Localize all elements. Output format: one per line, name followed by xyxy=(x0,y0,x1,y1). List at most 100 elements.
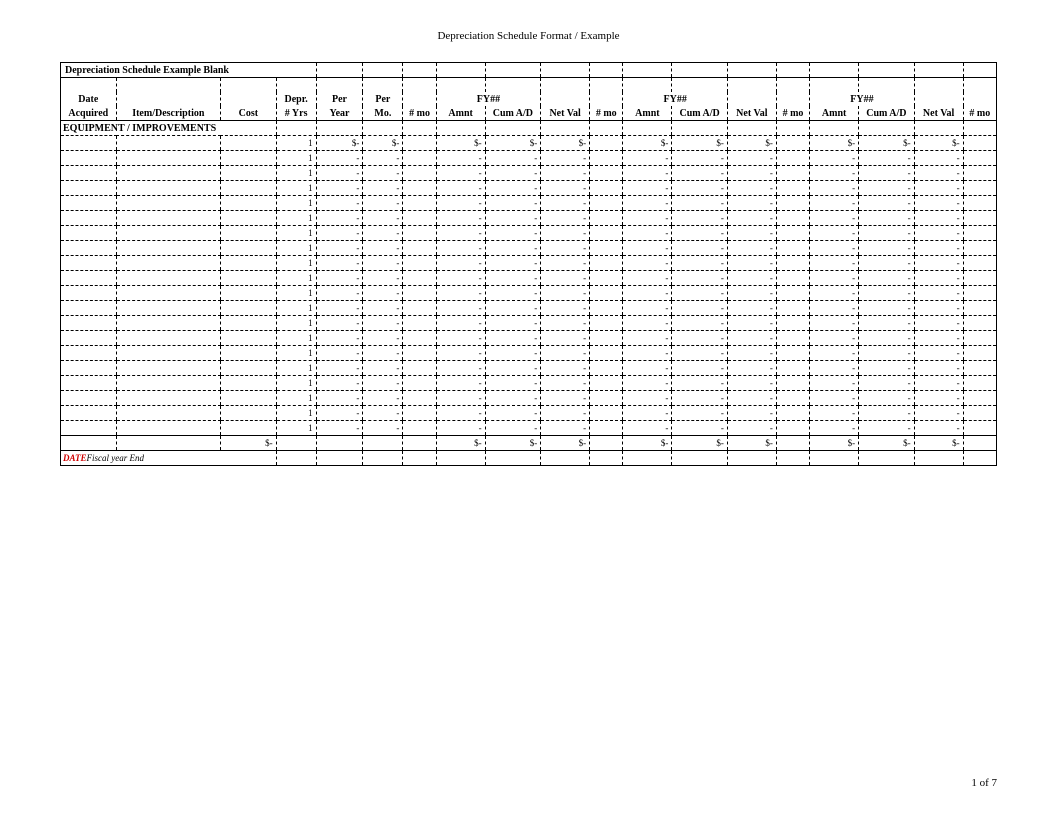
cell: 1 xyxy=(276,181,316,196)
cell: - xyxy=(485,361,541,376)
cell xyxy=(116,421,220,436)
cell xyxy=(403,286,436,301)
cell: - xyxy=(316,181,363,196)
cell xyxy=(116,256,220,271)
cell: - xyxy=(914,346,963,361)
cell: - xyxy=(672,286,728,301)
cell xyxy=(61,181,117,196)
cell xyxy=(403,271,436,286)
cell: - xyxy=(914,406,963,421)
cell: - xyxy=(727,361,776,376)
cell: - xyxy=(859,376,915,391)
hdr-depr: Depr. xyxy=(276,92,316,106)
cell: - xyxy=(623,151,672,166)
cell: - xyxy=(485,376,541,391)
cell: - xyxy=(541,301,590,316)
cell xyxy=(590,256,623,271)
cell xyxy=(61,301,117,316)
cell: - xyxy=(727,211,776,226)
cell: - xyxy=(810,316,859,331)
cell xyxy=(403,301,436,316)
cell: - xyxy=(859,181,915,196)
cell: - xyxy=(727,181,776,196)
cell xyxy=(963,166,996,181)
cell xyxy=(776,406,809,421)
cell: - xyxy=(485,421,541,436)
sheet-title-row: Depreciation Schedule Example Blank xyxy=(61,63,997,78)
cell xyxy=(590,151,623,166)
hdr-acquired: Acquired xyxy=(61,106,117,121)
cell: - xyxy=(363,166,403,181)
cell: - xyxy=(810,256,859,271)
cell: - xyxy=(436,166,485,181)
cell: 1 xyxy=(276,256,316,271)
cell: 1 xyxy=(276,391,316,406)
cell: - xyxy=(485,346,541,361)
cell: - xyxy=(436,181,485,196)
cell: - xyxy=(436,406,485,421)
cell xyxy=(61,406,117,421)
cell xyxy=(403,166,436,181)
table-row: 1----------- xyxy=(61,361,997,376)
cell xyxy=(61,331,117,346)
cell: - xyxy=(672,151,728,166)
cell xyxy=(590,331,623,346)
cell: 1 xyxy=(276,346,316,361)
table-row: 1----------- xyxy=(61,286,997,301)
cell: - xyxy=(810,196,859,211)
cell xyxy=(61,421,117,436)
cell: - xyxy=(859,286,915,301)
cell xyxy=(403,196,436,211)
cell: - xyxy=(914,256,963,271)
cell: - xyxy=(914,286,963,301)
cell: - xyxy=(672,256,728,271)
cell xyxy=(776,286,809,301)
cell: - xyxy=(672,241,728,256)
cell: $- xyxy=(541,136,590,151)
hdr-net3: Net Val xyxy=(914,106,963,121)
cell xyxy=(590,286,623,301)
cell: - xyxy=(541,211,590,226)
cell: 1 xyxy=(276,211,316,226)
cell: - xyxy=(623,196,672,211)
cell xyxy=(963,226,996,241)
cell xyxy=(590,361,623,376)
hdr-yrs: # Yrs xyxy=(276,106,316,121)
cell: 1 xyxy=(276,316,316,331)
cell: - xyxy=(914,196,963,211)
cell: - xyxy=(316,346,363,361)
cell: - xyxy=(672,226,728,241)
cell: - xyxy=(623,166,672,181)
cell: - xyxy=(541,271,590,286)
cell: - xyxy=(672,166,728,181)
cell xyxy=(590,181,623,196)
cell: $- xyxy=(436,136,485,151)
cell: - xyxy=(363,211,403,226)
cell: - xyxy=(363,406,403,421)
hdr-per1: Per xyxy=(316,92,363,106)
cell xyxy=(116,196,220,211)
hdr-amnt2: Amnt xyxy=(623,106,672,121)
cell: - xyxy=(363,361,403,376)
cell xyxy=(221,421,277,436)
cell xyxy=(776,256,809,271)
table-row: 1----------- xyxy=(61,196,997,211)
cell xyxy=(776,301,809,316)
cell xyxy=(221,196,277,211)
cell xyxy=(116,286,220,301)
cell xyxy=(403,256,436,271)
cell: - xyxy=(727,301,776,316)
cell xyxy=(590,346,623,361)
cell xyxy=(963,316,996,331)
cell xyxy=(221,346,277,361)
cell: - xyxy=(727,286,776,301)
cell xyxy=(116,376,220,391)
cell xyxy=(221,226,277,241)
cell xyxy=(61,196,117,211)
cell: - xyxy=(672,391,728,406)
cell: - xyxy=(363,331,403,346)
cell: - xyxy=(541,376,590,391)
cell: - xyxy=(623,271,672,286)
cell: - xyxy=(914,421,963,436)
cell xyxy=(61,241,117,256)
